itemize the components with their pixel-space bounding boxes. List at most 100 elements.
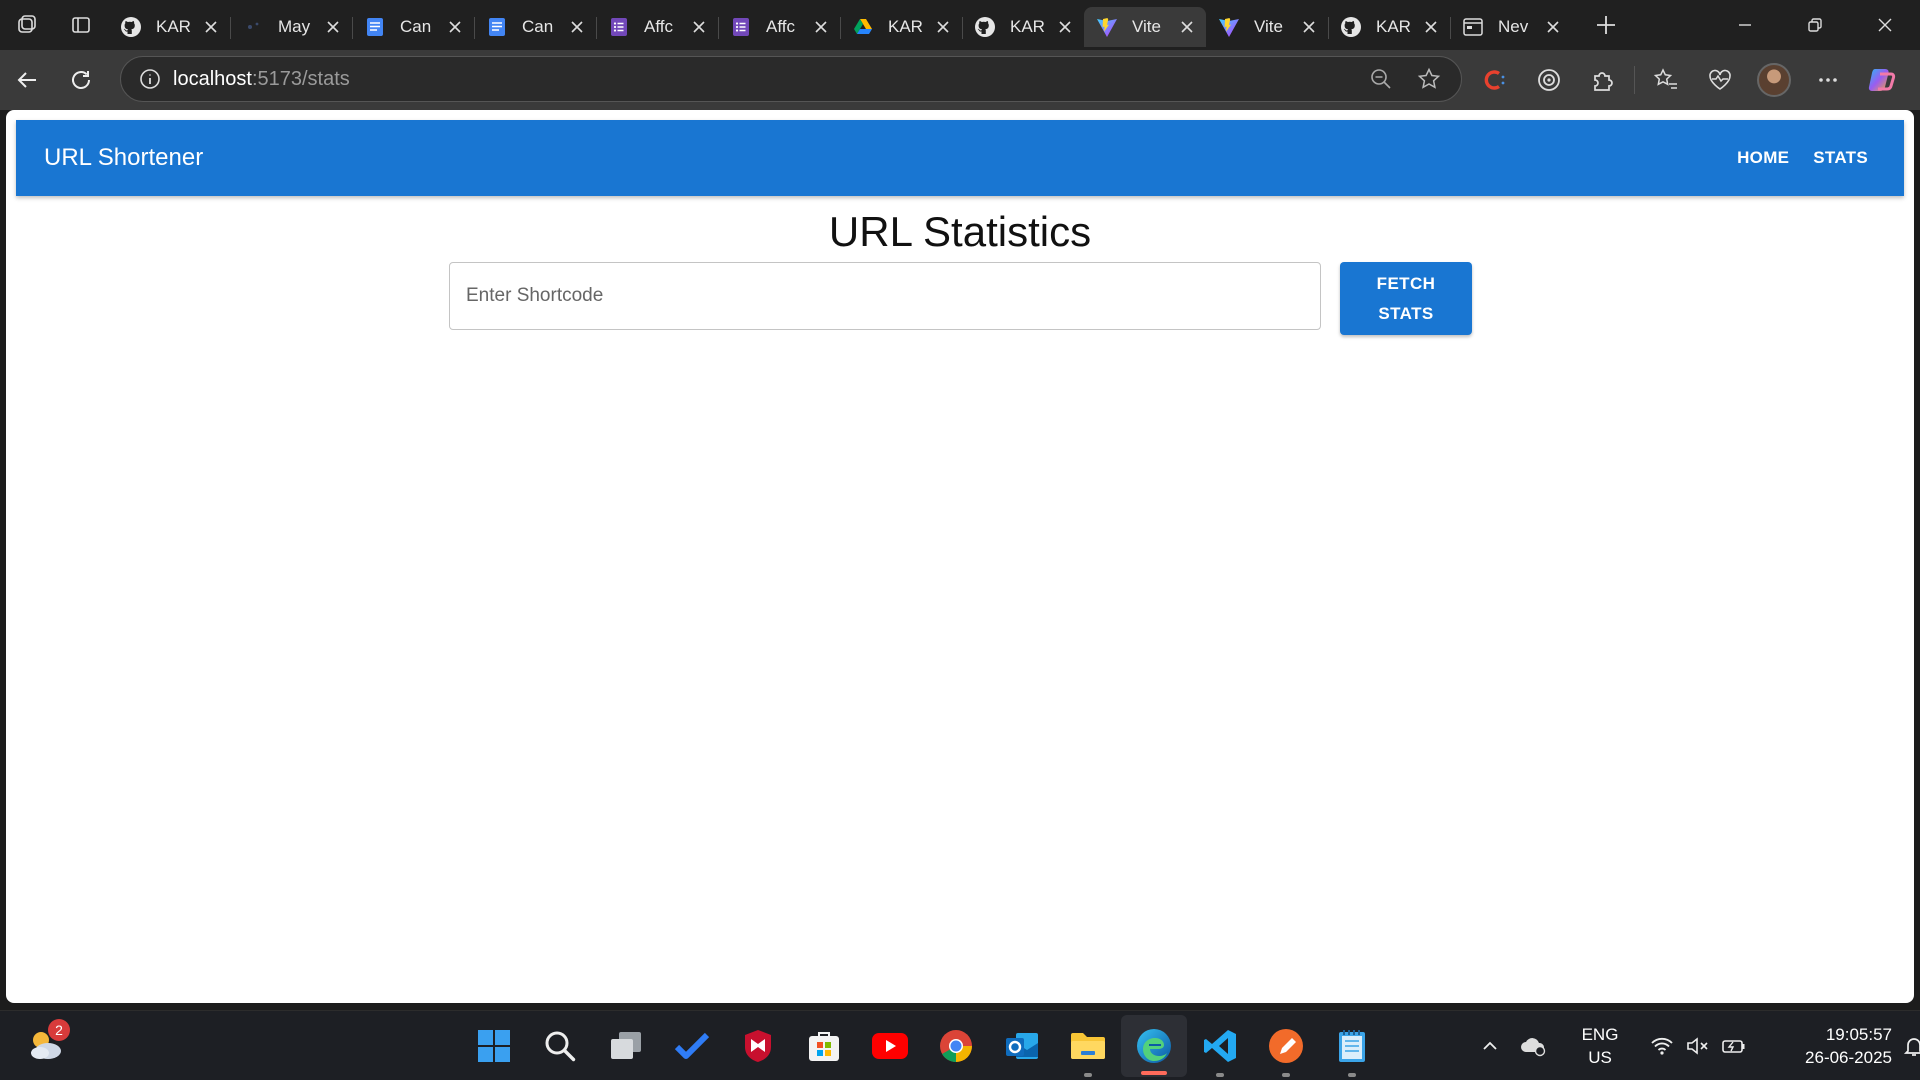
clock[interactable]: 19:05:57 26-06-2025 — [1774, 1023, 1892, 1069]
close-icon — [1547, 21, 1559, 33]
browser-tab[interactable]: Vite — [1206, 7, 1328, 47]
github-icon — [974, 16, 996, 38]
favorites-button[interactable] — [1639, 50, 1693, 110]
youtube-icon — [872, 1033, 908, 1059]
browser-tab[interactable]: Affc — [718, 7, 840, 47]
close-tab-button[interactable] — [568, 18, 586, 36]
browser-tab[interactable]: May — [230, 7, 352, 47]
tab-title: KAR — [888, 17, 923, 36]
close-tab-button[interactable] — [202, 18, 220, 36]
page-title: URL Statistics — [828, 208, 1092, 255]
tab-title: Can — [400, 17, 432, 36]
close-tab-button[interactable] — [690, 18, 708, 36]
notepad-app[interactable] — [1319, 1011, 1385, 1080]
profile-button[interactable] — [1747, 50, 1801, 110]
vscode-app[interactable] — [1187, 1011, 1253, 1080]
site-info-button[interactable] — [127, 68, 173, 90]
close-icon — [205, 21, 217, 33]
browser-tab[interactable]: KAR — [962, 7, 1084, 47]
show-hidden-icons-button[interactable] — [1470, 1011, 1510, 1080]
browser-essentials-button[interactable] — [1693, 50, 1747, 110]
app-bar: URL Shortener HOME STATS — [16, 120, 1904, 196]
minimize-button[interactable] — [1710, 0, 1780, 50]
tab-actions-button[interactable] — [54, 0, 108, 50]
close-tab-button[interactable] — [1544, 18, 1562, 36]
close-tab-button[interactable] — [1178, 18, 1196, 36]
favorite-button[interactable] — [1405, 57, 1453, 101]
youtube-app[interactable] — [857, 1011, 923, 1080]
nav-home-link[interactable]: HOME — [1729, 138, 1797, 178]
app-title[interactable]: URL Shortener — [44, 144, 203, 172]
browser-tab[interactable]: Can — [352, 7, 474, 47]
running-indicator — [1216, 1073, 1224, 1077]
system-tray: ENG US 19:05:57 26-06-2025 — [1470, 1011, 1920, 1080]
notifications-button[interactable] — [1892, 1011, 1920, 1080]
copilot-button[interactable] — [1855, 50, 1909, 110]
task-view-button[interactable] — [593, 1011, 659, 1080]
region-code: US — [1588, 1048, 1612, 1067]
browser-tab[interactable]: Nev — [1450, 7, 1572, 47]
zoom-out-icon — [1371, 69, 1391, 89]
outlook-app[interactable] — [989, 1011, 1055, 1080]
extension-button[interactable] — [1468, 50, 1522, 110]
avatar — [1757, 63, 1791, 97]
shortcode-input[interactable] — [449, 262, 1321, 330]
tab-actions-icon — [72, 17, 90, 33]
extension-button[interactable] — [1522, 50, 1576, 110]
mcafee-app[interactable] — [725, 1011, 791, 1080]
fetch-stats-button[interactable]: FETCH STATS — [1340, 262, 1472, 335]
new-tab-button[interactable] — [1582, 0, 1630, 50]
settings-more-button[interactable] — [1801, 50, 1855, 110]
browser-tab[interactable]: Vite — [1084, 7, 1206, 47]
docs-icon — [364, 16, 386, 38]
tab-title: KAR — [156, 17, 191, 36]
browser-tab[interactable]: KAR — [840, 7, 962, 47]
close-tab-button[interactable] — [934, 18, 952, 36]
workspaces-button[interactable] — [0, 0, 54, 50]
edge-app[interactable] — [1121, 1015, 1187, 1077]
language-indicator[interactable]: ENG US — [1570, 1023, 1630, 1069]
close-icon — [693, 21, 705, 33]
close-tab-button[interactable] — [446, 18, 464, 36]
favorites-icon — [1653, 68, 1677, 89]
docs-icon — [486, 16, 508, 38]
address-bar[interactable]: localhost:5173/stats — [120, 56, 1462, 102]
nav-stats-link[interactable]: STATS — [1805, 138, 1876, 178]
refresh-button[interactable] — [54, 55, 108, 105]
taskbar-apps — [461, 1011, 1385, 1080]
store-app[interactable] — [791, 1011, 857, 1080]
close-tab-button[interactable] — [1422, 18, 1440, 36]
browser-tab[interactable]: Can — [474, 7, 596, 47]
close-tab-button[interactable] — [1300, 18, 1318, 36]
todo-app[interactable] — [659, 1011, 725, 1080]
github-icon — [1340, 16, 1362, 38]
chrome-app[interactable] — [923, 1011, 989, 1080]
tab-title: Affc — [644, 17, 673, 36]
url-text[interactable]: localhost:5173/stats — [173, 68, 350, 91]
close-window-button[interactable] — [1850, 0, 1920, 50]
extensions-button[interactable] — [1576, 50, 1630, 110]
zoom-button[interactable] — [1357, 57, 1405, 101]
tab-title: Can — [522, 17, 554, 36]
onedrive-button[interactable] — [1510, 1011, 1556, 1080]
restore-button[interactable] — [1780, 0, 1850, 50]
network-button[interactable] — [1644, 1011, 1680, 1080]
tab-title: Vite — [1132, 17, 1161, 36]
taskbar-search-button[interactable] — [527, 1011, 593, 1080]
browser-tab[interactable]: KAR — [1328, 7, 1450, 47]
close-tab-button[interactable] — [324, 18, 342, 36]
file-explorer-app[interactable] — [1055, 1011, 1121, 1080]
outlook-icon — [1006, 1033, 1038, 1059]
close-tab-button[interactable] — [812, 18, 830, 36]
browser-tab[interactable]: Affc — [596, 7, 718, 47]
browser-tab[interactable]: KAR — [108, 7, 230, 47]
start-button[interactable] — [461, 1011, 527, 1080]
back-button[interactable] — [0, 55, 54, 105]
volume-button[interactable] — [1680, 1011, 1716, 1080]
pen-app[interactable] — [1253, 1011, 1319, 1080]
language-code: ENG — [1581, 1025, 1619, 1044]
target-extension-icon — [1538, 69, 1560, 91]
battery-button[interactable] — [1716, 1011, 1752, 1080]
clock-date: 26-06-2025 — [1805, 1048, 1892, 1067]
close-tab-button[interactable] — [1056, 18, 1074, 36]
